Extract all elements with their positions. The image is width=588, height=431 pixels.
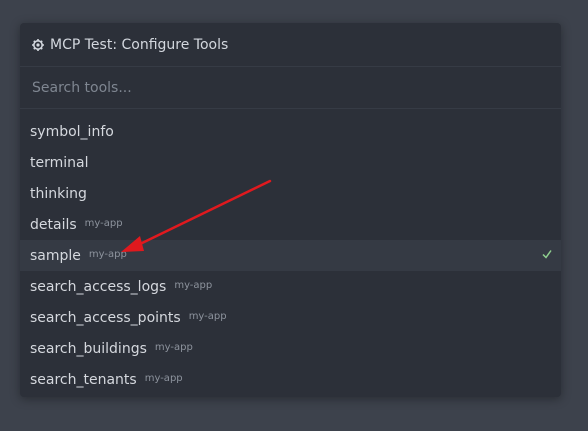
checkmark-icon [542,248,552,260]
tool-name: search_tenants [30,371,137,388]
tool-item-search-tenants[interactable]: search_tenants my-app [20,364,561,395]
tool-source-tag: my-app [144,373,183,384]
panel-header: MCP Test: Configure Tools [20,23,561,67]
search-input[interactable] [32,79,549,96]
tool-list: symbol_info terminal thinking details my… [20,116,561,395]
tool-name: search_buildings [30,340,147,357]
tool-source-tag: my-app [88,249,127,260]
tool-name: search_access_logs [30,278,167,295]
tool-source-tag: my-app [188,311,227,322]
tool-name: symbol_info [30,123,114,140]
panel-title: MCP Test: Configure Tools [50,36,229,53]
gear-icon [32,38,44,51]
search-bar [20,67,561,109]
tool-source-tag: my-app [174,280,213,291]
tool-item-sample[interactable]: sample my-app [20,240,561,271]
tool-item-search-access-points[interactable]: search_access_points my-app [20,302,561,333]
tool-name: thinking [30,185,87,202]
tool-source-tag: my-app [154,342,193,353]
tool-name: terminal [30,154,89,171]
tool-item-symbol-info[interactable]: symbol_info [20,116,561,147]
tool-item-terminal[interactable]: terminal [20,147,561,178]
tool-item-search-buildings[interactable]: search_buildings my-app [20,333,561,364]
tool-name: sample [30,247,81,264]
tool-item-thinking[interactable]: thinking [20,178,561,209]
tool-item-details[interactable]: details my-app [20,209,561,240]
tool-config-panel: MCP Test: Configure Tools symbol_info te… [20,23,561,397]
tool-name: search_access_points [30,309,181,326]
tool-item-search-access-logs[interactable]: search_access_logs my-app [20,271,561,302]
tool-name: details [30,216,77,233]
tool-source-tag: my-app [84,218,123,229]
